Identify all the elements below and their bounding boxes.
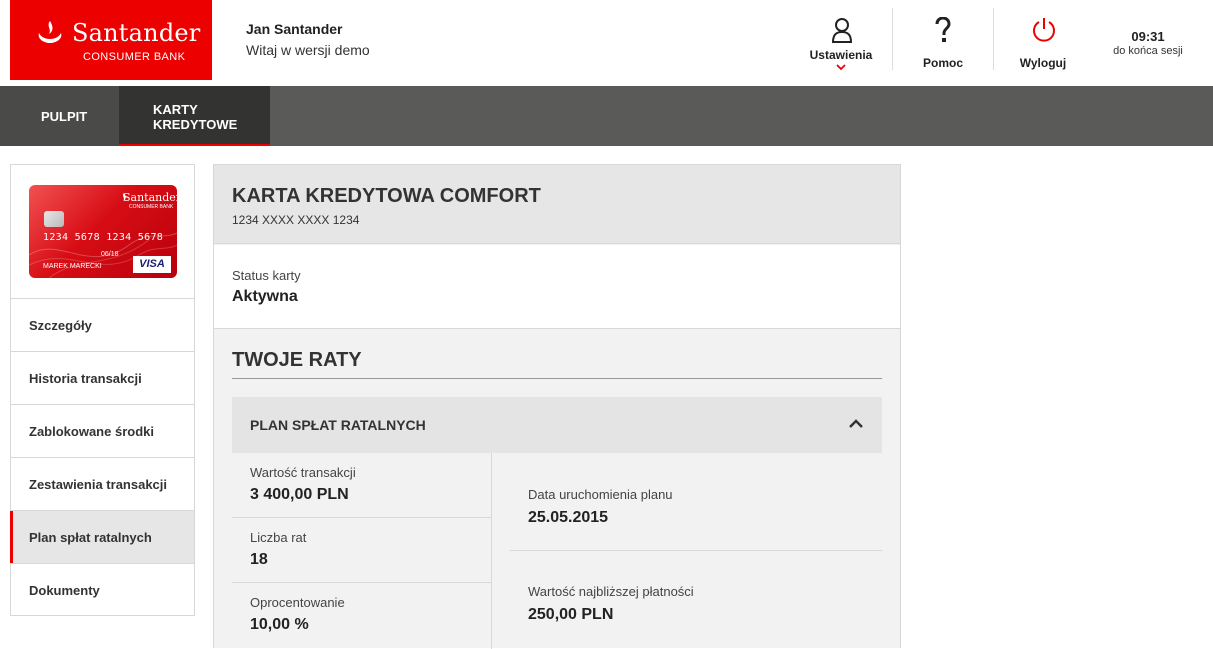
card-number-masked: 1234 XXXX XXXX 1234 <box>232 213 360 227</box>
tab-karty-kredytowe[interactable]: KARTY KREDYTOWE <box>119 86 270 146</box>
header-divider <box>892 8 893 70</box>
user-info: Jan Santander Witaj w wersji demo <box>246 21 370 58</box>
main-panel: KARTA KREDYTOWA COMFORT 1234 XXXX XXXX 1… <box>213 164 901 649</box>
sidebar-item-szczegoly[interactable]: Szczegóły <box>11 298 194 351</box>
field-label: Wartość transakcji <box>250 465 356 480</box>
sidebar: Santander CONSUMER BANK 1234 5678 1234 5… <box>10 164 195 616</box>
credit-card-image: Santander CONSUMER BANK 1234 5678 1234 5… <box>29 185 177 278</box>
plan-details-left: Wartość transakcji 3 400,00 PLN Liczba r… <box>232 453 492 648</box>
tab-label: KARTY KREDYTOWE <box>153 102 238 132</box>
sidebar-item-zestawienia-transakcji[interactable]: Zestawienia transakcji <box>11 457 194 510</box>
plan-accordion-header[interactable]: PLAN SPŁAT RATALNYCH <box>232 397 882 453</box>
field-value: 18 <box>250 551 268 568</box>
help-button[interactable]: Pomoc <box>905 0 981 86</box>
user-name: Jan Santander <box>246 21 343 37</box>
installments-count-field: Liczba rat 18 <box>232 518 492 583</box>
plan-details-right: Data uruchomienia planu 25.05.2015 Warto… <box>510 453 882 649</box>
greeting: Witaj w wersji demo <box>246 42 370 58</box>
sidebar-item-dokumenty[interactable]: Dokumenty <box>11 563 194 616</box>
status-label: Status karty <box>232 268 301 283</box>
sidebar-item-zablokowane-srodki[interactable]: Zablokowane środki <box>11 404 194 457</box>
logout-label: Wyloguj <box>1019 56 1067 70</box>
field-value: 25.05.2015 <box>528 509 609 526</box>
field-label: Liczba rat <box>250 530 307 545</box>
interest-rate-field: Oprocentowanie 10,00 % <box>232 583 492 648</box>
card-chip <box>44 211 64 227</box>
sidebar-item-plan-splat-ratalnych[interactable]: Plan spłat ratalnych <box>10 510 194 563</box>
field-value: 3 400,00 PLN <box>250 486 349 503</box>
installments-title: TWOJE RATY <box>232 349 362 371</box>
session-text: do końca sesji <box>1113 45 1183 57</box>
logout-button[interactable]: Wyloguj <box>1005 0 1081 86</box>
card-brand: Santander <box>123 191 177 204</box>
plan-title: PLAN SPŁAT RATALNYCH <box>250 417 426 433</box>
tab-pulpit[interactable]: PULPIT <box>0 86 119 146</box>
chevron-down-icon <box>836 64 846 70</box>
santander-logo[interactable]: Santander CONSUMER BANK <box>10 0 212 80</box>
card-number: 1234 5678 1234 5678 <box>43 232 164 243</box>
header: Santander CONSUMER BANK Jan Santander Wi… <box>0 0 1213 86</box>
column-divider <box>491 453 492 649</box>
flame-icon <box>38 21 62 43</box>
session-timer: 09:31 do końca sesji <box>1105 29 1191 57</box>
visa-logo: VISA <box>133 256 171 273</box>
card-header: KARTA KREDYTOWA COMFORT 1234 XXXX XXXX 1… <box>214 165 900 244</box>
status-value: Aktywna <box>232 288 298 305</box>
main-nav: PULPIT KARTY KREDYTOWE <box>0 86 1213 146</box>
settings-button[interactable]: Ustawienia <box>800 0 882 86</box>
card-holder: MAREK MARECKI <box>43 263 102 270</box>
transaction-value-field: Wartość transakcji 3 400,00 PLN <box>232 453 492 518</box>
brand-name: Santander <box>72 19 201 47</box>
sidebar-menu: Szczegóły Historia transakcji Zablokowan… <box>10 298 194 616</box>
settings-label: Ustawienia <box>809 48 873 62</box>
installments-divider <box>232 378 882 379</box>
user-icon <box>831 18 853 43</box>
card-brand-sub: CONSUMER BANK <box>129 204 174 210</box>
sidebar-item-historia-transakcji[interactable]: Historia transakcji <box>11 351 194 404</box>
field-value: 250,00 PLN <box>528 606 614 623</box>
card-status: Status karty Aktywna <box>214 245 900 329</box>
power-icon <box>1033 18 1055 42</box>
next-payment-field: Wartość najbliższej płatności 250,00 PLN <box>510 551 882 649</box>
session-time: 09:31 <box>1131 29 1165 44</box>
header-divider <box>993 8 994 70</box>
page-title: KARTA KREDYTOWA COMFORT <box>232 185 541 207</box>
card-expiry: 06/18 <box>101 251 119 258</box>
tab-label: PULPIT <box>41 109 88 124</box>
field-label: Data uruchomienia planu <box>528 487 673 502</box>
question-icon <box>935 17 951 42</box>
field-value: 10,00 % <box>250 616 309 633</box>
field-label: Oprocentowanie <box>250 595 345 610</box>
chevron-up-icon[interactable] <box>848 418 864 429</box>
field-label: Wartość najbliższej płatności <box>528 584 694 599</box>
brand-subtitle: CONSUMER BANK <box>83 51 186 63</box>
plan-start-date-field: Data uruchomienia planu 25.05.2015 <box>510 453 882 551</box>
help-label: Pomoc <box>922 56 963 70</box>
